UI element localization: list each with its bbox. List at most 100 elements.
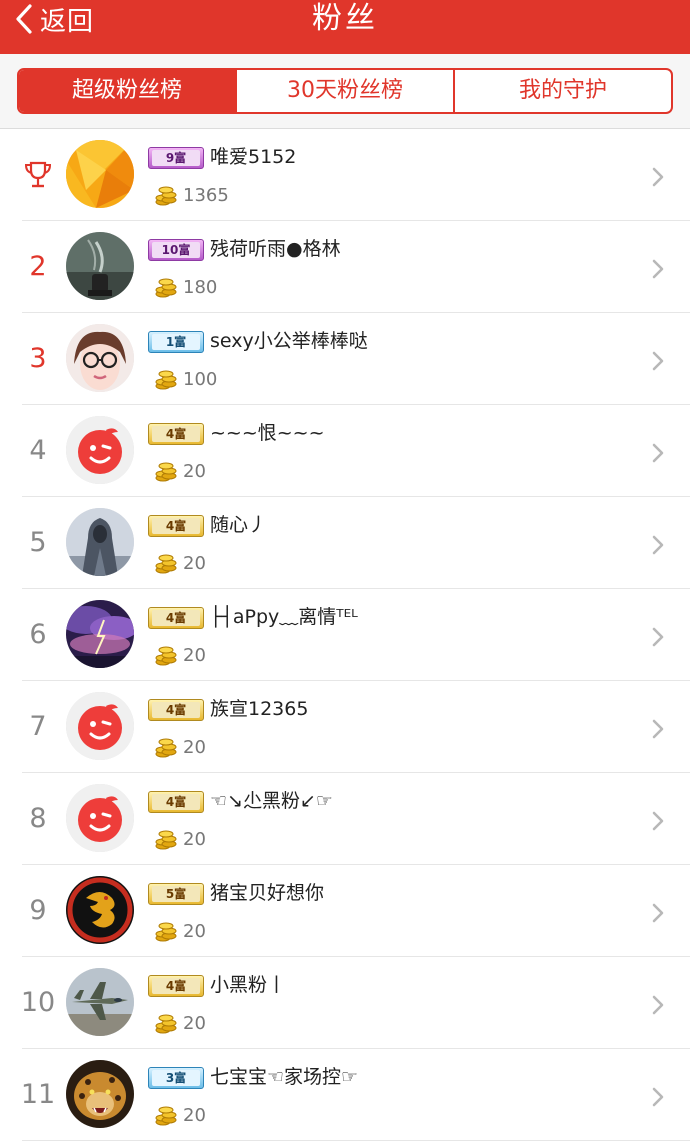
coin-count: 20 [183,737,206,758]
fan-nickname: sexy小公举棒棒哒 [210,330,368,352]
tab-30-day-fans[interactable]: 30天粉丝榜 [235,70,453,112]
fan-row[interactable]: 2 10富 残荷听雨●格林 180 [0,221,690,313]
wealth-level-badge: 4富 [148,423,204,445]
tab-my-guardians[interactable]: 我的守护 [453,70,671,112]
fan-nickname: 小黑粉丨 [210,974,287,996]
wealth-level-label: 4富 [152,610,200,626]
coin-count: 100 [183,369,218,390]
coin-count: 20 [183,1013,206,1034]
coin-count: 180 [183,277,218,298]
coin-count: 20 [183,461,206,482]
chevron-right-icon [652,811,664,831]
fan-nickname: 随心丿 [210,514,268,536]
fan-nickname: 族宣12365 [210,698,309,720]
chevron-right-icon [652,443,664,463]
wealth-level-badge: 9富 [148,147,204,169]
avatar[interactable] [66,508,134,576]
fan-nickname: 唯爱5152 [210,146,297,168]
rank-number: 8 [29,803,47,834]
chevron-right-icon [652,1087,664,1107]
coin-stack-icon [155,278,177,298]
fan-row[interactable]: 3 1富 sexy小公举棒棒哒 100 [0,313,690,405]
fan-row[interactable]: 9 5富 猪宝贝好想你 20 [0,865,690,957]
wealth-level-label: 4富 [152,978,200,994]
tab-super-fans[interactable]: 超级粉丝榜 [19,70,235,112]
rank-number: 9 [29,895,47,926]
avatar[interactable] [66,876,134,944]
header-bar: 返回 粉丝 [0,0,690,54]
wealth-level-label: 4富 [152,518,200,534]
fan-row[interactable]: 6 4富 ├┤aPpy﹏离情ᵀᴱᴸ 20 [0,589,690,681]
rank-number: 6 [29,619,47,650]
avatar[interactable] [66,324,134,392]
rank-number: 10 [20,987,56,1018]
fan-nickname: 残荷听雨●格林 [210,238,341,260]
fan-row[interactable]: 4 4富 ~~~恨~~~ 20 [0,405,690,497]
page-title: 粉丝 [312,1,378,36]
avatar[interactable] [66,784,134,852]
coin-stack-icon [155,738,177,758]
wealth-level-badge: 10富 [148,239,204,261]
wealth-level-badge: 4富 [148,607,204,629]
avatar[interactable] [66,416,134,484]
avatar[interactable] [66,692,134,760]
wealth-level-label: 4富 [152,702,200,718]
rank-number: 7 [29,711,47,742]
fan-row[interactable]: 5 4富 随心丿 20 [0,497,690,589]
fan-row[interactable]: 8 4富 ☜↘尐黑粉↙☞ 20 [0,773,690,865]
coin-count: 20 [183,1105,206,1126]
wealth-level-badge: 4富 [148,699,204,721]
wealth-level-badge: 1富 [148,331,204,353]
chevron-right-icon [652,535,664,555]
coin-count: 20 [183,921,206,942]
coin-stack-icon [155,554,177,574]
wealth-level-badge: 4富 [148,515,204,537]
coin-stack-icon [155,462,177,482]
coin-count: 1365 [183,185,229,206]
tab-bar: 超级粉丝榜 30天粉丝榜 我的守护 [0,54,690,129]
wealth-level-label: 5富 [152,886,200,902]
wealth-level-badge: 4富 [148,975,204,997]
fan-row[interactable]: 7 4富 族宣12365 20 [0,681,690,773]
wealth-level-label: 4富 [152,426,200,442]
rank-number: 2 [29,251,47,282]
fan-row[interactable]: 9富 唯爱5152 1365 [0,129,690,221]
chevron-right-icon [652,719,664,739]
coin-stack-icon [155,370,177,390]
wealth-level-label: 9富 [152,150,200,166]
wealth-level-label: 1富 [152,334,200,350]
rank-number: 11 [20,1079,56,1110]
coin-count: 20 [183,553,206,574]
wealth-level-badge: 4富 [148,791,204,813]
wealth-level-label: 3富 [152,1070,200,1086]
avatar[interactable] [66,140,134,208]
fan-nickname: 七宝宝☜家场控☞ [210,1066,359,1088]
coin-stack-icon [155,186,177,206]
coin-count: 20 [183,645,206,666]
fan-nickname: ├┤aPpy﹏离情ᵀᴱᴸ [210,606,358,628]
wealth-level-badge: 3富 [148,1067,204,1089]
fan-row[interactable]: 10 4富 小黑粉丨 20 [0,957,690,1049]
avatar[interactable] [66,600,134,668]
coin-stack-icon [155,646,177,666]
coin-stack-icon [155,1014,177,1034]
wealth-level-badge: 5富 [148,883,204,905]
chevron-right-icon [652,627,664,647]
wealth-level-label: 10富 [152,242,200,258]
rank-number: 5 [29,527,47,558]
wealth-level-label: 4富 [152,794,200,810]
rank-number: 3 [29,343,47,374]
chevron-right-icon [652,995,664,1015]
fan-row[interactable]: 11 3富 七宝宝☜家场控☞ 20 [0,1049,690,1141]
trophy-icon [24,161,52,188]
avatar[interactable] [66,968,134,1036]
coin-count: 20 [183,829,206,850]
coin-stack-icon [155,922,177,942]
avatar[interactable] [66,232,134,300]
coin-stack-icon [155,1106,177,1126]
fan-nickname: 猪宝贝好想你 [210,882,325,904]
avatar[interactable] [66,1060,134,1128]
rank-number: 4 [29,435,47,466]
fan-nickname: ☜↘尐黑粉↙☞ [210,790,333,812]
fan-list: 9富 唯爱5152 1365 2 10富 残荷听雨●格林 180 3 1富 sexy小公举棒棒哒 1… [0,129,690,1141]
